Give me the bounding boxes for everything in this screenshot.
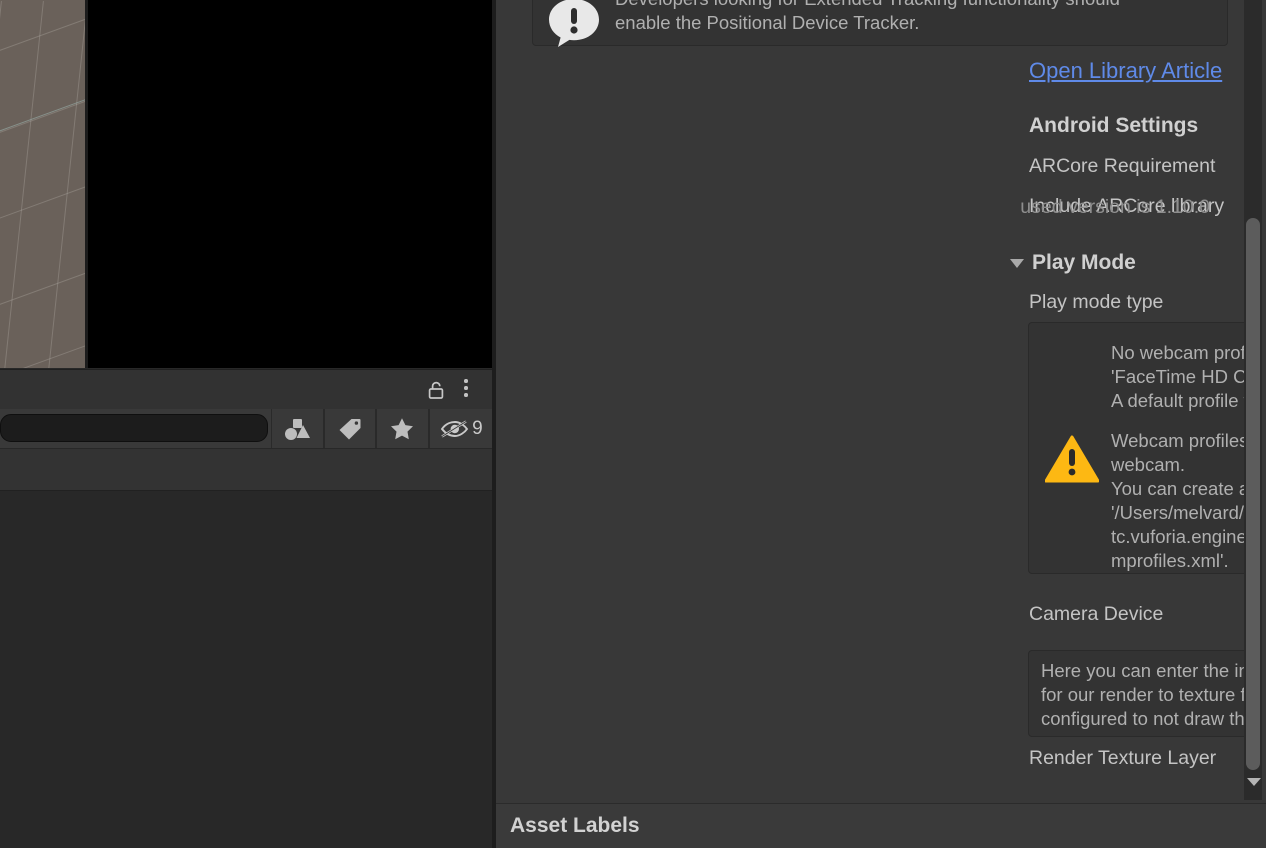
scene-view[interactable] [0, 0, 88, 368]
android-settings-header: Android Settings [1029, 114, 1199, 137]
warning-triangle-icon [1044, 435, 1100, 488]
search-input[interactable] [0, 414, 268, 442]
info-bubble-icon [547, 0, 601, 54]
scrollbar-thumb[interactable] [1246, 218, 1260, 770]
webcam-profile-warning-box: No webcam profile has been found for you… [1028, 322, 1244, 574]
shapes-icon [283, 416, 311, 442]
kebab-menu-icon[interactable] [457, 379, 475, 401]
hierarchy-list[interactable] [0, 491, 493, 848]
inspector-scroll-area: Developers looking for Extended Tracking… [496, 0, 1244, 800]
extended-tracking-info-box: Developers looking for Extended Tracking… [532, 0, 1228, 47]
render-texture-layer-label: Render Texture Layer [1029, 747, 1217, 769]
webcam-warning-text-bottom: Webcam profiles ensure that Play Mode pe… [1111, 430, 1244, 571]
open-library-article-link[interactable]: Open Library Article [1029, 58, 1222, 84]
inspector-panel: Developers looking for Extended Tracking… [496, 0, 1266, 848]
render-texture-help-box: Here you can enter the index of the laye… [1028, 650, 1244, 737]
hidden-objects-count: 9 [472, 417, 483, 439]
asset-labels-header: Asset Labels [510, 814, 640, 837]
hierarchy-titlebar [0, 369, 493, 410]
favorites-button[interactable] [376, 409, 429, 448]
foldout-arrow-icon [1010, 258, 1024, 268]
asset-labels-section[interactable]: Asset Labels [496, 803, 1266, 848]
camera-device-label: Camera Device [1029, 603, 1164, 625]
arcore-requirement-label: ARCore Requirement [1029, 155, 1216, 177]
hidden-objects-button[interactable]: 9 [428, 409, 493, 448]
include-arcore-version-note: used version is 1.10.0 [1020, 196, 1210, 218]
play-mode-header: Play Mode [1032, 251, 1136, 274]
render-texture-help-text: Here you can enter the index of the laye… [1041, 660, 1244, 729]
eye-off-icon [439, 418, 469, 440]
extended-tracking-info-text: Developers looking for Extended Tracking… [615, 0, 1120, 33]
left-pane: 9 [0, 0, 493, 848]
webcam-warning-text-top: No webcam profile has been found for you… [1111, 342, 1244, 411]
lock-open-icon[interactable] [425, 379, 447, 401]
hierarchy-toolbar: 9 [0, 409, 493, 448]
hierarchy-breadcrumb[interactable] [0, 449, 493, 491]
game-view[interactable] [88, 0, 493, 368]
play-mode-type-label: Play mode type [1029, 291, 1164, 313]
tag-icon [337, 416, 363, 442]
unity-editor-window: 9 Developers looking for Ext [0, 0, 1266, 848]
label-filter-button[interactable] [323, 409, 377, 448]
scroll-down-arrow-icon[interactable] [1247, 778, 1261, 786]
star-icon [389, 416, 415, 441]
type-filter-button[interactable] [271, 409, 324, 448]
play-mode-foldout[interactable]: Play Mode [1010, 251, 1136, 275]
inspector-scrollbar[interactable] [1244, 0, 1262, 800]
